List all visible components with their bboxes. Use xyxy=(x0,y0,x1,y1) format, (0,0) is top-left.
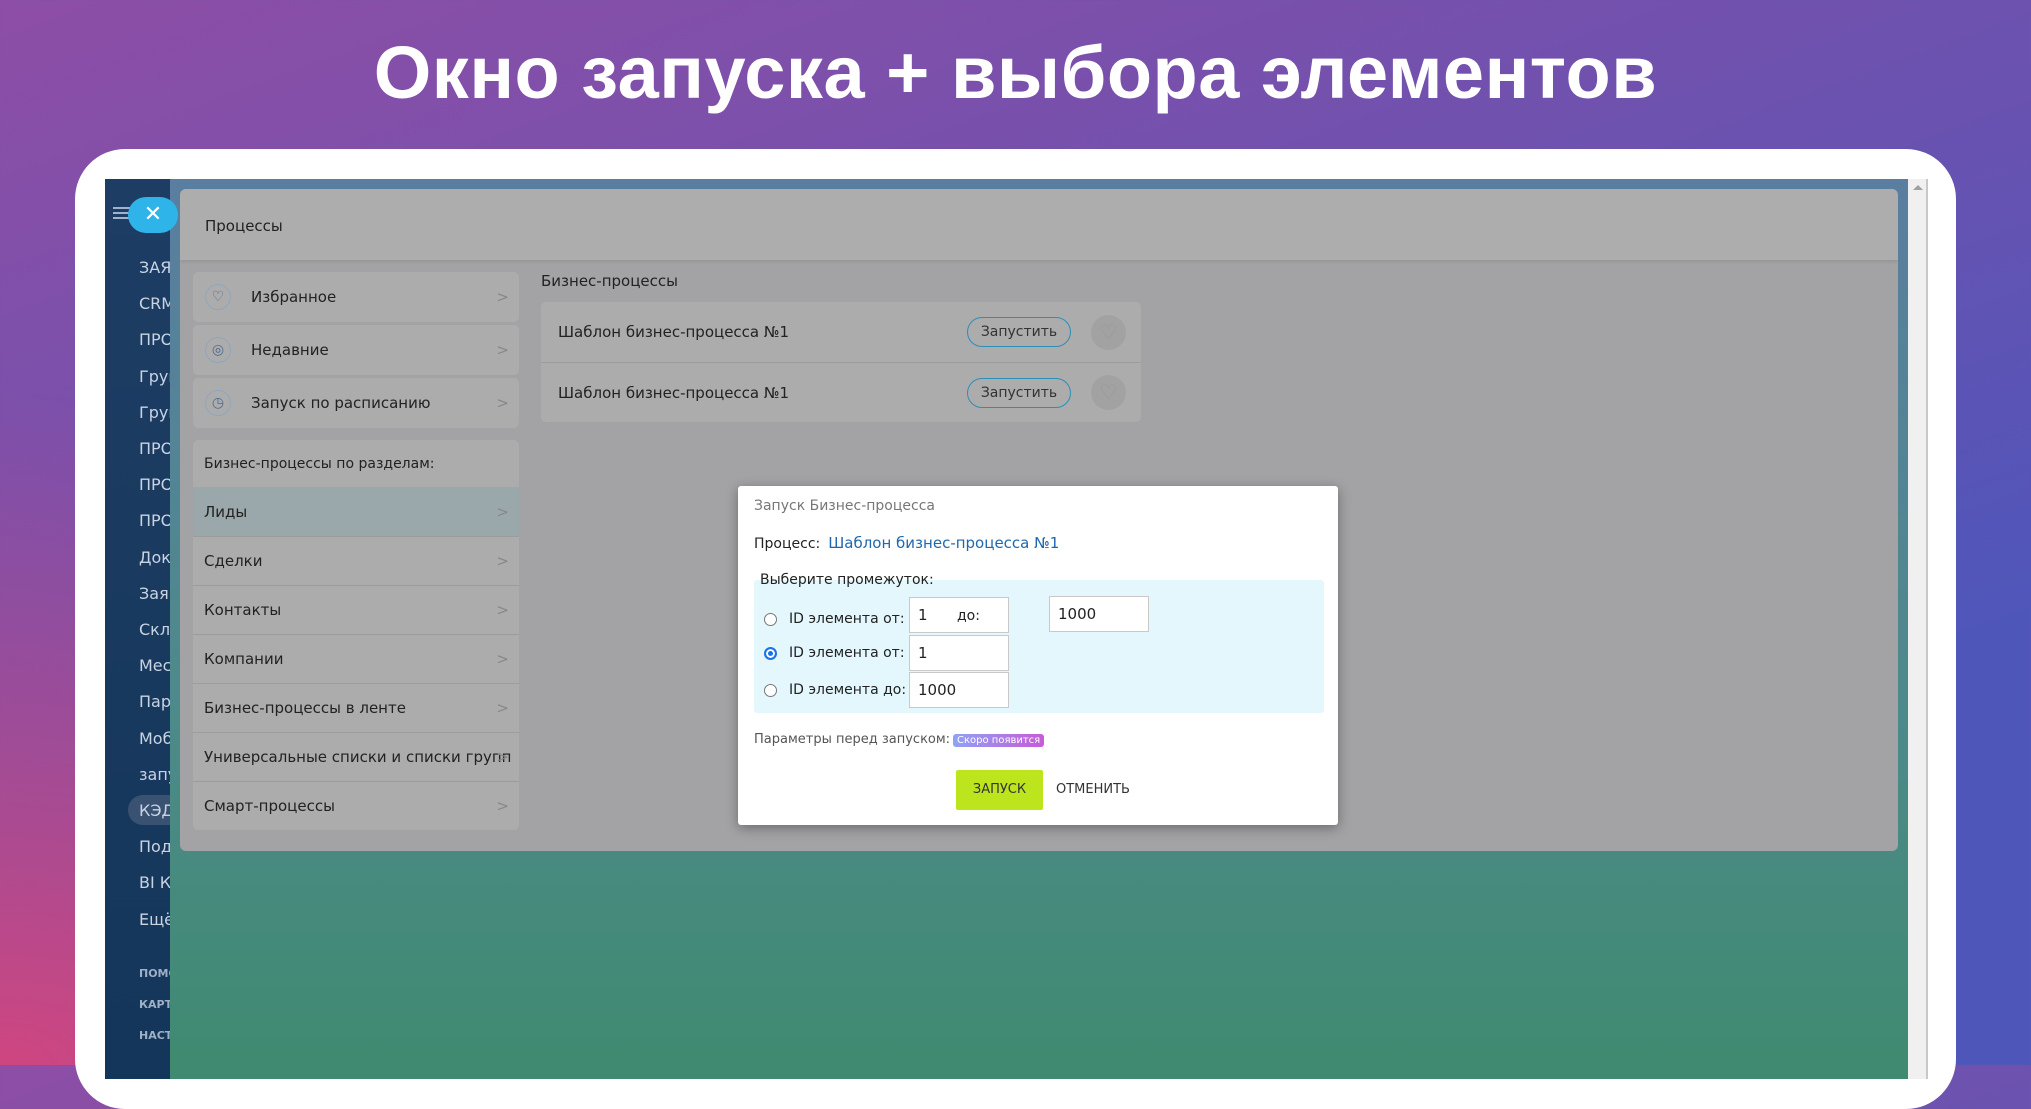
heart-icon[interactable]: ♡ xyxy=(1091,314,1126,350)
process-list-label: Бизнес-процессы xyxy=(541,272,678,290)
run-button[interactable]: Запустить xyxy=(967,377,1071,408)
sections-header: Бизнес-процессы по разделам: xyxy=(204,456,435,472)
range-box: Выберите промежуток: ID элемента от: 1 д… xyxy=(754,572,1324,713)
section-label: Смарт-процессы xyxy=(204,797,335,815)
sidebar-item[interactable]: CRM xyxy=(139,294,170,313)
left-sidebar: ЗАЯВКИ CRM ПРОЕКТЫ Группы Группы ПРОЦЕССЫ ПРОД… xyxy=(105,179,170,1079)
sidebar-item[interactable]: Группы xyxy=(139,403,170,422)
process-label: Процесс: xyxy=(754,536,821,552)
option-label: ID элемента от: xyxy=(789,611,905,627)
section-item[interactable]: Компании > xyxy=(193,634,519,683)
from-input[interactable]: 1 xyxy=(909,635,1009,671)
option-label: ID элемента до: xyxy=(789,682,907,698)
chevron-right-icon: > xyxy=(496,699,509,717)
section-label: Бизнес-процессы в ленте xyxy=(204,699,406,717)
sidebar-item[interactable]: ПРОЕКТЫ xyxy=(139,330,170,349)
radio[interactable] xyxy=(764,612,777,626)
process-row: Шаблон бизнес-процесса №1 Запустить ♡ xyxy=(541,302,1141,362)
chevron-right-icon: > xyxy=(496,797,509,815)
process-info: Процесс: Шаблон бизнес-процесса №1 xyxy=(754,534,1059,552)
option-label: ID элемента от: xyxy=(789,645,905,661)
sidebar-item[interactable]: Подписка xyxy=(139,837,170,856)
recent-icon: ◎ xyxy=(205,337,231,363)
process-link[interactable]: Шаблон бизнес-процесса №1 xyxy=(828,534,1059,552)
chevron-right-icon: > xyxy=(496,502,509,521)
section-label: Контакты xyxy=(204,601,282,619)
section-label: Универсальные списки и списки групп xyxy=(204,748,512,766)
chevron-right-icon: > xyxy=(496,394,509,412)
sidebar-item[interactable]: Мобильное xyxy=(139,729,170,748)
radio-checked[interactable] xyxy=(764,646,777,660)
section-item[interactable]: Универсальные списки и списки групп > xyxy=(193,732,519,781)
process-name: Шаблон бизнес-процесса №1 xyxy=(558,323,790,341)
option-from[interactable]: ID элемента от: xyxy=(764,635,905,671)
menu-item-recent[interactable]: ◎ Недавние > xyxy=(193,325,519,375)
menu-label: Избранное xyxy=(251,288,337,306)
coming-soon-badge: Скоро появится xyxy=(953,734,1045,747)
sidebar-item[interactable]: BI Конструктор xyxy=(139,873,170,892)
radio[interactable] xyxy=(764,683,777,697)
sidebar-small-item[interactable]: ПОМОЩЬ xyxy=(139,967,170,980)
chevron-right-icon: > xyxy=(496,748,509,766)
section-label: Сделки xyxy=(204,552,263,570)
chevron-right-icon: > xyxy=(496,552,509,570)
cancel-button[interactable]: ОТМЕНИТЬ xyxy=(1056,770,1130,810)
sidebar-item[interactable]: Группы xyxy=(139,367,170,386)
headline: Окно запуска + выбора элементов xyxy=(373,31,1658,114)
sidebar-item[interactable]: Склад xyxy=(139,620,170,639)
menu: ♡ Избранное > ◎ Недавние > ◷ Запуск по распис… xyxy=(193,272,519,830)
section-item[interactable]: Лиды > xyxy=(193,487,519,536)
process-row: Шаблон бизнес-процесса №1 Запустить ♡ xyxy=(541,362,1141,422)
section-item[interactable]: Смарт-процессы > xyxy=(193,781,519,830)
section-item[interactable]: Сделки > xyxy=(193,536,519,585)
to-input[interactable]: 1000 xyxy=(1049,596,1149,632)
sidebar-item[interactable]: ПРОДАЖИ xyxy=(139,475,170,494)
section-label: Лиды xyxy=(204,502,248,521)
chevron-right-icon: > xyxy=(496,341,509,359)
option-to[interactable]: ID элемента до: xyxy=(764,672,906,708)
scroll-up-icon[interactable] xyxy=(1913,185,1923,190)
chevron-right-icon: > xyxy=(496,288,509,306)
chevron-right-icon: > xyxy=(496,650,509,668)
option-range[interactable]: ID элемента от: xyxy=(764,601,905,637)
process-list: Бизнес-процессы Шаблон бизнес-процесса №… xyxy=(541,272,1141,422)
to-input[interactable]: 1000 xyxy=(909,672,1009,708)
section-item[interactable]: Бизнес-процессы в ленте > xyxy=(193,683,519,732)
process-card: Шаблон бизнес-процесса №1 Запустить ♡ Шабл… xyxy=(541,302,1141,422)
menu-item-favorites[interactable]: ♡ Избранное > xyxy=(193,272,519,322)
panel-title: Процессы xyxy=(180,189,1898,260)
range-label: Выберите промежуток: xyxy=(760,572,934,588)
menu-label: Недавние xyxy=(251,341,329,359)
sidebar-item[interactable]: ЗАЯВКИ xyxy=(139,258,170,277)
menu-label: Запуск по расписанию xyxy=(251,394,431,412)
sidebar-item[interactable]: Мессенджер xyxy=(139,656,170,675)
sidebar-item[interactable]: ПРОЦЕССЫ xyxy=(139,439,170,458)
sidebar-item[interactable]: ПРОФИЛЬ xyxy=(139,511,170,530)
sidebar-item[interactable]: Заявки xyxy=(139,584,170,603)
heart-icon[interactable]: ♡ xyxy=(1091,375,1126,410)
launch-dialog: Запуск Бизнес-процесса Процесс: Шаблон би… xyxy=(738,486,1338,825)
sidebar-item[interactable]: КЭДО xyxy=(139,801,170,820)
process-name: Шаблон бизнес-процесса №1 xyxy=(558,383,790,402)
sidebar-small-item[interactable]: КАРТА xyxy=(139,998,170,1011)
sidebar-item[interactable]: запуск xyxy=(139,765,170,784)
chevron-right-icon: > xyxy=(496,601,509,619)
params-label: Параметры перед запуском: xyxy=(754,732,951,747)
run-button[interactable]: Запустить xyxy=(967,317,1071,347)
section-label: Компании xyxy=(204,650,284,668)
close-icon[interactable]: ✕ xyxy=(128,197,178,233)
sidebar-item[interactable]: Пароли xyxy=(139,692,170,711)
clock-icon: ◷ xyxy=(205,390,231,416)
dialog-title: Запуск Бизнес-процесса xyxy=(754,498,935,514)
sidebar-item[interactable]: Ещё xyxy=(139,910,170,929)
scrollbar[interactable] xyxy=(1908,179,1928,1079)
to-label: до: xyxy=(957,608,980,624)
sections: Бизнес-процессы по разделам: Лиды > Сделки… xyxy=(193,440,519,830)
menu-item-schedule[interactable]: ◷ Запуск по расписанию > xyxy=(193,378,519,428)
section-item[interactable]: Контакты > xyxy=(193,585,519,634)
sidebar-small-item[interactable]: НАСТРОЙКИ xyxy=(139,1029,170,1042)
heart-icon: ♡ xyxy=(205,284,231,310)
sidebar-item[interactable]: Документы xyxy=(139,548,170,567)
start-button[interactable]: ЗАПУСК xyxy=(956,770,1043,810)
